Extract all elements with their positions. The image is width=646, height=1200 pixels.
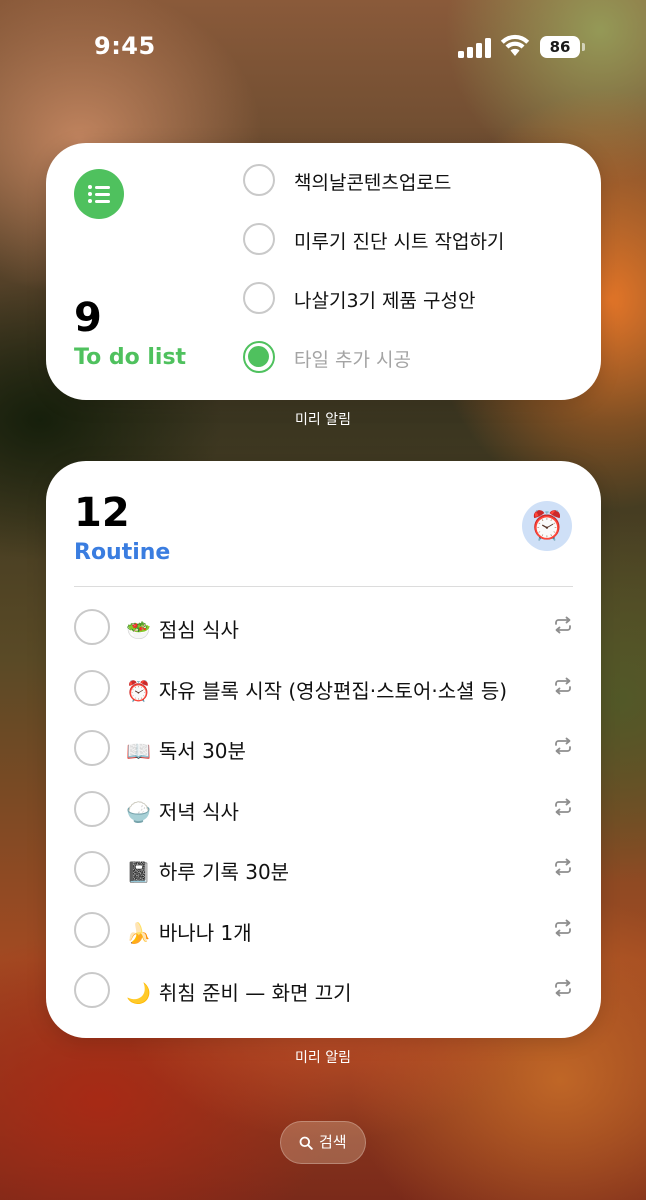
routine-checkbox[interactable] [74,972,110,1008]
routine-item-label: 독서 30분 [158,739,246,763]
routine-checkbox[interactable] [74,911,110,948]
list-bullet-icon [74,169,124,219]
todo-item-text: 나살기3기 제품 구성안 [294,290,476,312]
routine-item-text: 📖 독서 30분 [126,735,246,764]
routine-item-text: 📓 하루 기록 30분 [126,856,289,885]
todo-item[interactable]: 책의날콘텐츠업로드 [243,162,583,202]
routine-item[interactable]: 🥗 점심 식사 [74,604,573,648]
routine-item-label: 자유 블록 시작 (영상편집·스토어·소셜 등) [158,678,508,703]
routine-count: 12 [74,490,130,536]
repeat-icon [555,737,571,755]
wifi-icon [500,34,530,56]
routine-list-title: Routine [74,540,171,565]
routine-item-emoji: 🍌 [126,920,151,945]
search-icon [299,1136,313,1150]
routine-item-text: 🍌 바나나 1개 [126,917,252,946]
routine-widget[interactable]: 12 Routine ⏰ 🥗 점심 식사 ⏰ 자유 블록 시작 (영상편집·스토어·소… [46,461,601,1038]
routine-checkbox[interactable] [74,851,110,887]
divider [74,586,573,587]
routine-item-label: 바나나 1개 [158,920,252,945]
repeat-icon [555,919,571,936]
repeat-icon [555,798,571,815]
routine-item[interactable]: 📓 하루 기록 30분 [74,846,573,890]
battery-tip [582,43,585,51]
routine-item-text: 🥗 점심 식사 [126,614,239,643]
routine-item-emoji: ⏰ [126,678,151,703]
routine-item-label: 취침 준비 — 화면 끄기 [158,981,352,1005]
repeat-icon [555,677,571,694]
search-button[interactable]: 검색 [280,1121,366,1164]
routine-item-emoji: 📖 [126,739,151,763]
repeat-icon [555,858,571,876]
repeat-icon [555,616,571,634]
battery-level: 86 [540,36,580,58]
status-bar: 9:45 86 [0,0,646,100]
todo-list-widget[interactable]: 9 To do list 책의날콘텐츠업로드 미루기 진단 시트 작업하기 나살… [46,143,601,400]
todo-item-text: 타일 추가 시공 [294,349,411,371]
routine-item-label: 저녁 식사 [158,799,239,824]
routine-item[interactable]: 📖 독서 30분 [74,725,573,769]
routine-item-text: ⏰ 자유 블록 시작 (영상편집·스토어·소셜 등) [126,675,507,704]
todo-checkbox[interactable] [243,164,275,196]
todo-count: 9 [74,295,102,341]
routine-item-emoji: 📓 [126,860,151,884]
todo-item[interactable]: 나살기3기 제품 구성안 [243,280,583,320]
routine-item-text: 🌙 취침 준비 — 화면 끄기 [126,977,352,1006]
todo-checkbox[interactable] [243,282,275,314]
routine-item[interactable]: ⏰ 자유 블록 시작 (영상편집·스토어·소셜 등) [74,665,573,709]
routine-item-emoji: 🥗 [126,618,151,642]
routine-item-emoji: 🍚 [126,799,151,824]
routine-checkbox[interactable] [74,609,110,645]
routine-checkbox[interactable] [74,730,110,766]
routine-checkbox[interactable] [74,790,110,827]
widget-caption: 미리 알림 [295,412,351,428]
routine-checkbox[interactable] [74,669,110,706]
routine-item[interactable]: 🍚 저녁 식사 [74,786,573,830]
todo-item-text: 미루기 진단 시트 작업하기 [294,231,505,253]
alarm-clock-icon: ⏰ [522,501,572,551]
todo-item-text: 책의날콘텐츠업로드 [294,172,452,194]
status-time: 9:45 [94,32,156,60]
routine-item-label: 하루 기록 30분 [158,860,290,884]
routine-item[interactable]: 🌙 취침 준비 — 화면 끄기 [74,967,573,1011]
todo-checkbox-checked[interactable] [243,341,275,373]
todo-list-title: To do list [74,345,187,370]
repeat-icon [555,979,571,997]
routine-item-label: 점심 식사 [158,618,239,642]
todo-item[interactable]: 미루기 진단 시트 작업하기 [243,221,583,261]
widget-caption: 미리 알림 [295,1050,351,1066]
routine-item-text: 🍚 저녁 식사 [126,796,239,825]
routine-item[interactable]: 🍌 바나나 1개 [74,907,573,951]
search-label: 검색 [319,1133,347,1151]
routine-item-emoji: 🌙 [126,981,151,1005]
todo-item-completed[interactable]: 타일 추가 시공 [243,339,583,379]
cellular-signal-icon [458,38,492,58]
todo-checkbox[interactable] [243,223,275,255]
